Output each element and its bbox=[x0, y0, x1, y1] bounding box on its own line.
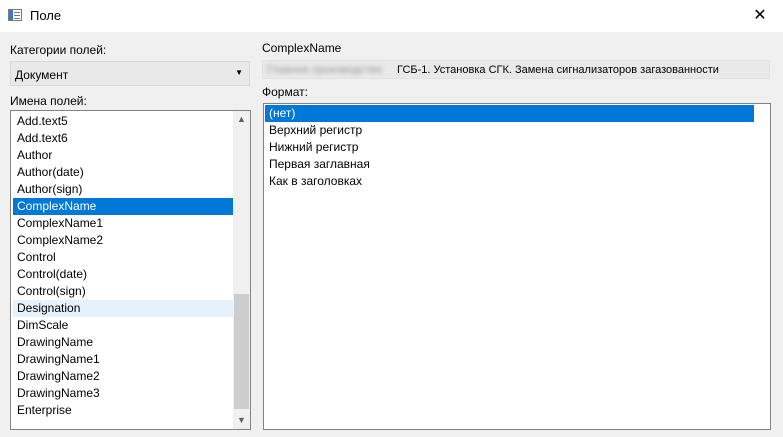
field-list-item[interactable]: Add.text5 bbox=[13, 113, 233, 130]
redacted-text: Главное производство bbox=[267, 64, 382, 76]
close-icon: ✕ bbox=[753, 7, 767, 24]
field-list-item[interactable]: DrawingName2 bbox=[13, 368, 233, 385]
format-list-item[interactable]: Как в заголовках bbox=[265, 173, 754, 190]
scroll-down-icon[interactable]: ▼ bbox=[233, 412, 250, 429]
field-list-item[interactable]: Control(date) bbox=[13, 266, 233, 283]
field-names-list[interactable]: Add.text5 Add.text6 Author Author(date) Auth… bbox=[10, 110, 251, 430]
categories-combobox[interactable]: Документ ▼ bbox=[10, 61, 250, 86]
field-list-item[interactable]: DrawingName3 bbox=[13, 385, 233, 402]
format-list-item[interactable]: Верхний регистр bbox=[265, 122, 754, 139]
field-list-item[interactable]: Author(sign) bbox=[13, 181, 233, 198]
scroll-up-icon[interactable]: ▲ bbox=[233, 111, 250, 128]
format-list-item[interactable]: Первая заглавная bbox=[265, 156, 754, 173]
format-list-item[interactable]: Нижний регистр bbox=[265, 139, 754, 156]
field-value-text: ГСБ-1. Установка СГК. Замена сигнализато… bbox=[397, 64, 719, 76]
field-list-item[interactable]: ComplexName2 bbox=[13, 232, 233, 249]
title-bar: Поле ✕ bbox=[0, 0, 783, 32]
chevron-down-icon: ▼ bbox=[235, 68, 243, 77]
close-button[interactable]: ✕ bbox=[737, 0, 783, 32]
format-list-item[interactable]: (нет) bbox=[265, 105, 754, 122]
scroll-thumb[interactable] bbox=[234, 294, 249, 409]
field-list-item[interactable]: DrawingName1 bbox=[13, 351, 233, 368]
field-list-item[interactable]: DimScale bbox=[13, 317, 233, 334]
field-list-item[interactable]: Control(sign) bbox=[13, 283, 233, 300]
field-list-item[interactable]: Author(date) bbox=[13, 164, 233, 181]
field-list-item[interactable]: ComplexName bbox=[13, 198, 233, 215]
categories-selected-value: Документ bbox=[15, 68, 69, 82]
field-value-label: ComplexName bbox=[262, 41, 342, 55]
field-list-item[interactable]: ComplexName1 bbox=[13, 215, 233, 232]
window-title: Поле bbox=[30, 8, 62, 23]
categories-label: Категории полей: bbox=[10, 43, 107, 57]
field-value-box: Главное производство ГСБ-1. Установка СГ… bbox=[262, 60, 770, 79]
field-names-scrollbar[interactable]: ▲ ▼ bbox=[233, 111, 250, 429]
field-names-label: Имена полей: bbox=[10, 94, 87, 108]
field-list-item[interactable]: Designation bbox=[13, 300, 233, 317]
field-list-item[interactable]: Author bbox=[13, 147, 233, 164]
field-list-item[interactable]: Add.text6 bbox=[13, 130, 233, 147]
field-list-item[interactable]: Enterprise bbox=[13, 402, 233, 419]
format-list[interactable]: (нет) Верхний регистр Нижний регистр Первая… bbox=[263, 103, 771, 430]
field-list-item[interactable]: DrawingName bbox=[13, 334, 233, 351]
field-list-item[interactable]: Control bbox=[13, 249, 233, 266]
format-label: Формат: bbox=[262, 85, 308, 99]
window-app-icon bbox=[8, 9, 22, 21]
